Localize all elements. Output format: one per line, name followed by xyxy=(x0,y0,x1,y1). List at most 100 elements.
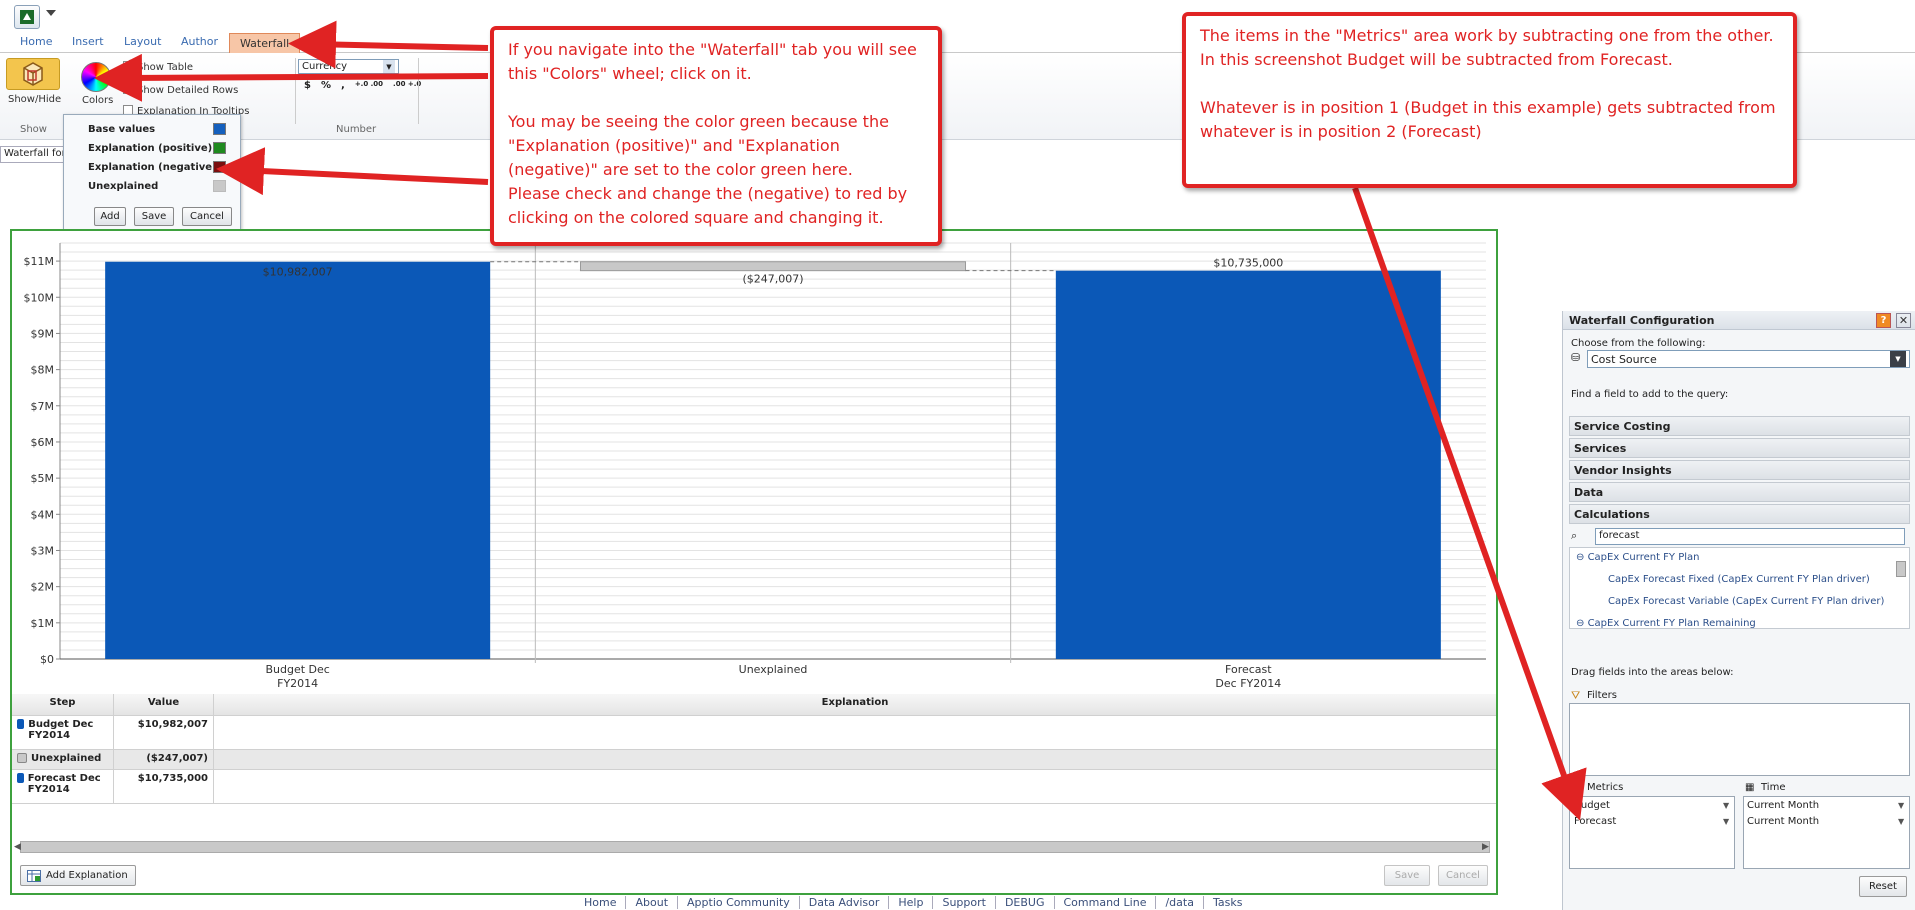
add-explanation-button[interactable]: Add Explanation xyxy=(20,865,136,886)
show-detailed-rows-option[interactable]: Show Detailed Rows xyxy=(123,84,238,96)
y-tick-label: $5M xyxy=(31,472,55,485)
currency-format-button[interactable]: $ xyxy=(304,80,311,91)
time-item[interactable]: Current Month xyxy=(1747,800,1819,811)
calendar-icon: ▦ xyxy=(1745,782,1755,793)
table-cancel-button[interactable]: Cancel xyxy=(1438,865,1488,886)
popup-add-button[interactable]: Add xyxy=(94,207,126,226)
color-swatch-positive[interactable] xyxy=(213,142,226,154)
show-hide-button[interactable] xyxy=(6,58,60,90)
comma-format-button[interactable]: , xyxy=(341,80,345,91)
show-detailed-rows-checkbox[interactable] xyxy=(123,84,133,94)
color-row-unexplained-label: Unexplained xyxy=(88,181,159,192)
category-services[interactable]: Services xyxy=(1569,438,1910,458)
footer-link-data-advisor[interactable]: Data Advisor xyxy=(800,896,890,909)
table-horizontal-scrollbar[interactable] xyxy=(20,841,1490,853)
chevron-down-icon: ▼ xyxy=(383,60,395,73)
footer-link-data[interactable]: /data xyxy=(1156,896,1204,909)
metrics-icon xyxy=(1571,782,1583,794)
x-tick-label: Forecast xyxy=(1225,663,1272,676)
tree-item-capex-plan-remaining[interactable]: ⊖ CapEx Current FY Plan Remaining xyxy=(1576,618,1756,629)
table-row[interactable]: Forecast Dec FY2014 $10,735,000 xyxy=(12,770,1496,804)
increase-decimal-button[interactable]: +.0 .00 xyxy=(355,80,383,91)
series-color-square xyxy=(17,773,24,783)
row-explanation-cell[interactable] xyxy=(214,750,1496,769)
scroll-right-arrow-icon[interactable]: ▶ xyxy=(1482,842,1489,852)
chevron-down-icon[interactable]: ▼ xyxy=(1723,801,1729,810)
y-tick-label: $3M xyxy=(31,544,55,557)
tab-insert[interactable]: Insert xyxy=(72,35,104,48)
show-hide-label: Show/Hide xyxy=(8,94,62,105)
footer-link-command-line[interactable]: Command Line xyxy=(1055,896,1157,909)
tree-item-capex-forecast-fixed[interactable]: CapEx Forecast Fixed (CapEx Current FY P… xyxy=(1608,574,1870,585)
y-tick-label: $10M xyxy=(24,291,55,304)
tree-item-capex-forecast-variable[interactable]: CapEx Forecast Variable (CapEx Current F… xyxy=(1608,596,1884,607)
help-icon[interactable]: ? xyxy=(1876,313,1891,328)
popup-save-button[interactable]: Save xyxy=(134,207,174,226)
source-select[interactable]: Cost Source ▼ xyxy=(1587,350,1910,368)
chevron-down-icon[interactable]: ▼ xyxy=(1898,801,1904,810)
chevron-down-icon[interactable]: ▼ xyxy=(1898,817,1904,826)
quick-access-caret-icon[interactable] xyxy=(46,10,56,16)
tree-item-label: CapEx Current FY Plan xyxy=(1587,552,1700,563)
filters-dropzone[interactable] xyxy=(1569,703,1910,776)
tree-item-capex-current-fy-plan[interactable]: ⊖ CapEx Current FY Plan xyxy=(1576,552,1700,563)
color-row-negative-label: Explanation (negative) xyxy=(88,162,217,173)
footer-link-support[interactable]: Support xyxy=(933,896,996,909)
color-wheel-icon[interactable] xyxy=(81,62,111,92)
ribbon-divider xyxy=(295,58,296,124)
y-tick-label: $0 xyxy=(40,653,54,666)
app-menu-button[interactable] xyxy=(14,5,40,29)
footer-link-tasks[interactable]: Tasks xyxy=(1204,896,1251,909)
metrics-label: Metrics xyxy=(1587,782,1624,793)
tab-layout[interactable]: Layout xyxy=(124,35,161,48)
y-tick-label: $2M xyxy=(31,581,55,594)
currency-select[interactable]: Currency ▼ xyxy=(298,59,399,74)
series-color-square xyxy=(17,719,25,729)
time-label: Time xyxy=(1761,782,1786,793)
find-field-label: Find a field to add to the query: xyxy=(1571,389,1729,400)
table-row[interactable]: Budget Dec FY2014 $10,982,007 xyxy=(12,716,1496,750)
category-vendor-insights[interactable]: Vendor Insights xyxy=(1569,460,1910,480)
category-service-costing[interactable]: Service Costing xyxy=(1569,416,1910,436)
show-table-option[interactable]: Show Table xyxy=(123,58,193,73)
row-explanation-cell[interactable] xyxy=(214,770,1496,803)
scroll-left-arrow-icon[interactable]: ◀ xyxy=(14,842,21,852)
ribbon-divider xyxy=(418,58,419,124)
tree-scrollbar[interactable] xyxy=(1896,561,1906,577)
footer-link-home[interactable]: Home xyxy=(575,896,627,909)
footer-link-debug[interactable]: DEBUG xyxy=(996,896,1055,909)
series-color-square xyxy=(17,753,27,763)
reset-button[interactable]: Reset xyxy=(1859,876,1907,897)
footer-link-help[interactable]: Help xyxy=(889,896,934,909)
time-item[interactable]: Current Month xyxy=(1747,816,1819,827)
row-step-cell: Budget Dec FY2014 xyxy=(12,716,114,749)
category-data[interactable]: Data xyxy=(1569,482,1910,502)
color-row-positive-label: Explanation (positive) xyxy=(88,143,213,154)
popup-cancel-button[interactable]: Cancel xyxy=(182,207,232,226)
tab-waterfall[interactable]: Waterfall xyxy=(229,33,301,53)
row-explanation-cell[interactable] xyxy=(214,716,1496,749)
table-save-button[interactable]: Save xyxy=(1384,865,1430,886)
percent-format-button[interactable]: % xyxy=(321,80,331,91)
close-icon[interactable]: ✕ xyxy=(1896,313,1911,328)
color-swatch-unexplained[interactable] xyxy=(213,180,226,192)
category-calculations[interactable]: Calculations xyxy=(1569,504,1910,524)
colors-label: Colors xyxy=(82,95,114,106)
header-step: Step xyxy=(12,694,114,715)
show-table-checkbox[interactable] xyxy=(123,58,133,71)
footer-link-apptio-community[interactable]: Apptio Community xyxy=(678,896,800,909)
metric-item-forecast[interactable]: Forecast xyxy=(1574,816,1616,827)
source-select-value: Cost Source xyxy=(1591,352,1657,366)
tab-author[interactable]: Author xyxy=(181,35,218,48)
color-swatch-base[interactable] xyxy=(213,123,226,135)
metric-item-budget[interactable]: Budget xyxy=(1574,800,1610,811)
field-search-input[interactable]: forecast xyxy=(1595,528,1905,545)
filters-label: Filters xyxy=(1587,690,1617,701)
footer-link-about[interactable]: About xyxy=(626,896,679,909)
chevron-down-icon[interactable]: ▼ xyxy=(1723,817,1729,826)
color-swatch-negative[interactable] xyxy=(213,161,226,173)
tab-home[interactable]: Home xyxy=(20,35,52,48)
table-row[interactable]: Unexplained ($247,007) xyxy=(12,750,1496,770)
y-tick-label: $7M xyxy=(31,400,55,413)
database-icon: ⛁ xyxy=(1571,351,1581,364)
